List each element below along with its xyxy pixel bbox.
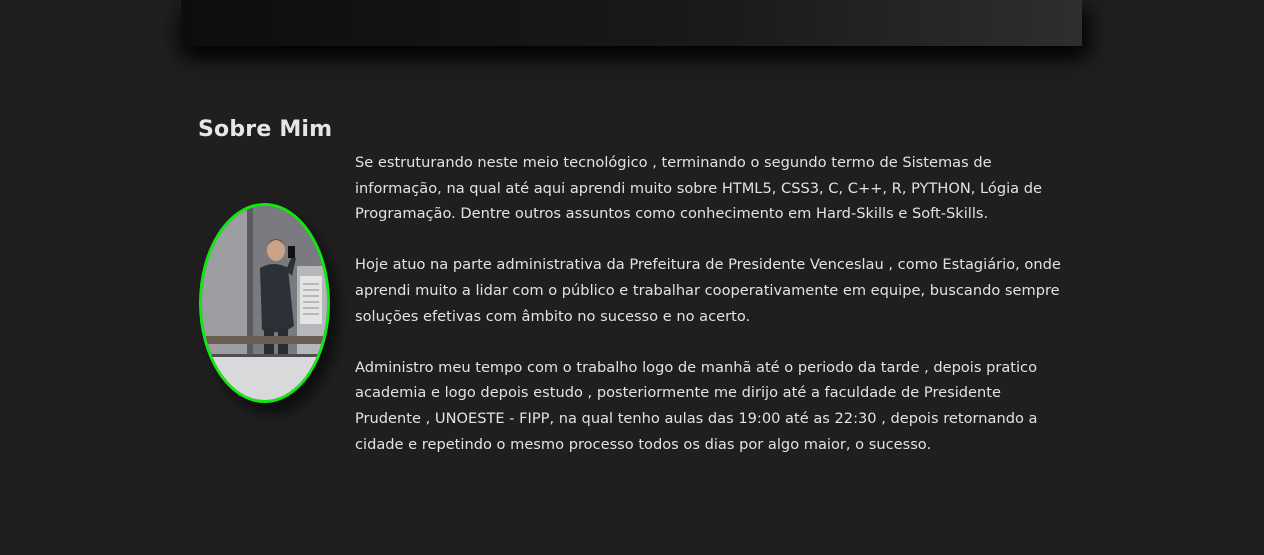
page: Sobre Mim Se estruturando neste meio tec…: [0, 0, 1264, 555]
person-photo-icon: [202, 206, 327, 400]
about-paragraph-1: Se estruturando neste meio tecnológico ,…: [355, 154, 1043, 223]
header-banner: [181, 0, 1082, 46]
section-title: Sobre Mim: [198, 117, 333, 142]
about-paragraph-2: Hoje atuo na parte administrativa da Pre…: [355, 256, 1061, 325]
about-paragraph-3: Administro meu tempo com o trabalho logo…: [355, 358, 1038, 453]
profile-photo: [199, 203, 330, 403]
about-text: Se estruturando neste meio tecnológico ,…: [355, 150, 1065, 483]
